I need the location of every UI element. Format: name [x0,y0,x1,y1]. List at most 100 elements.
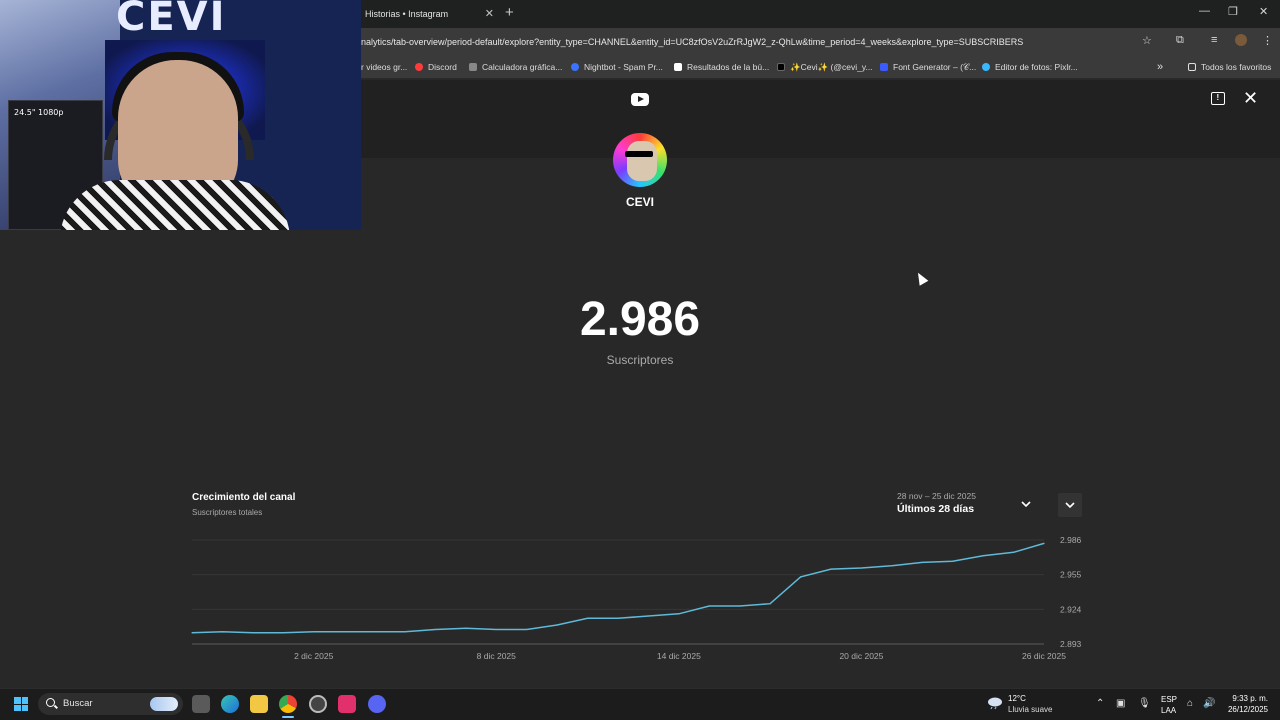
bookmark-item[interactable]: r videos gr... [361,60,407,74]
data-point [708,605,710,607]
discord-app-icon[interactable] [368,695,386,713]
task-view-icon[interactable] [192,695,210,713]
bookmark-item[interactable]: Nightbot - Spam Pr... [571,60,663,74]
all-favorites-folder[interactable]: Todos los favoritos [1188,60,1271,74]
weather-temp[interactable]: 12°C [1008,694,1026,703]
data-point [830,568,832,570]
microphone-icon[interactable]: 🎙 [1138,698,1151,709]
channel-name: CEVI [625,195,654,209]
data-point [739,605,741,607]
window-close-button[interactable]: ✕ [1259,5,1268,18]
subscriber-growth-chart: 2.986 2.955 2.924 2.893 2 dic 2025 8 dic 2025… [191,535,1082,661]
webcam-logo: CEVI [116,0,227,40]
close-icon[interactable]: ✕ [1243,88,1258,108]
series-line [191,542,1045,634]
chart-title: Crecimiento del canal [192,492,296,503]
tab-close-icon[interactable]: ✕ [485,2,494,26]
bookmark-item[interactable]: Editor de fotos: Pixlr... [982,60,1078,74]
bookmark-item[interactable]: Font Generator – (𝒞... [880,60,976,74]
search-highlight-art [150,697,178,711]
active-app-indicator [282,716,294,718]
tray-app-icon[interactable]: ▣ [1116,698,1125,709]
data-point [891,565,893,567]
x-tick-label: 26 dic 2025 [1022,651,1066,661]
data-point [1012,551,1015,553]
reading-list-icon[interactable]: ≡ [1211,34,1217,46]
x-tick-label: 2 dic 2025 [294,651,333,661]
subscriber-label: Suscriptores [606,353,674,367]
y-tick-label: 2.986 [1060,535,1082,545]
restore-button[interactable]: ❐ [1228,5,1238,18]
star-icon[interactable]: ☆ [1142,34,1152,47]
x-tick-label: 20 dic 2025 [839,651,883,661]
nightbot-icon [571,63,579,71]
search-label: Buscar [63,698,93,709]
obs-icon[interactable] [309,695,327,713]
data-point [860,567,863,569]
menu-icon[interactable]: ⋮ [1262,34,1273,47]
extensions-icon[interactable]: ⧉ [1176,34,1184,47]
bookmark-item[interactable]: ✨Cevi✨ (@cevi_y... [777,60,873,74]
youtube-logo-icon [631,93,649,106]
data-point [252,632,254,634]
tray-chevron-up-icon[interactable]: ⌃ [1096,698,1104,709]
discord-icon [415,63,423,71]
search-icon [46,698,55,707]
data-point [465,627,467,629]
bookmark-item[interactable]: Calculadora gráfica... [469,60,562,74]
data-point [373,631,376,633]
expand-chart-button[interactable] [1058,493,1082,517]
new-tab-button[interactable]: + [505,2,514,24]
url-field[interactable]: nalytics/tab-overview/period-default/exp… [361,33,1131,51]
windows-start-icon[interactable] [14,697,28,711]
tiktok-app-icon[interactable] [338,695,356,713]
minimize-button[interactable]: — [1199,5,1210,17]
data-point [586,617,589,619]
chevron-down-icon[interactable] [1019,497,1033,511]
file-explorer-icon[interactable] [250,695,268,713]
weather-desc[interactable]: Lluvia suave [1008,705,1052,714]
data-point [1043,542,1045,544]
edge-icon[interactable] [221,695,239,713]
data-point [526,628,528,631]
period-selector[interactable]: Últimos 28 días [897,503,974,515]
data-point [617,617,619,619]
y-tick-label: 2.955 [1060,570,1082,580]
network-icon[interactable]: ⌂ [1187,698,1193,709]
bookmarks-overflow-icon[interactable]: » [1157,60,1163,74]
clock-time[interactable]: 9:33 p. m. [1220,694,1268,703]
data-point [556,624,558,626]
data-point [678,613,680,615]
data-point [282,632,284,634]
folder-icon [1188,63,1196,71]
period-range: 28 nov – 25 dic 2025 [897,491,976,501]
data-point [313,631,315,633]
data-point [769,603,771,605]
data-point [221,631,224,633]
profile-avatar-icon[interactable] [1235,34,1247,46]
x-tick-label: 14 dic 2025 [657,651,701,661]
data-point [343,631,345,633]
chevron-down-icon [1065,502,1075,509]
monitor-label: 24.5" 1080p [14,108,64,117]
data-point [404,631,406,633]
data-point [434,628,437,631]
data-point [799,576,802,578]
keyboard-layout-indicator[interactable]: LAA [1161,706,1176,715]
chart-subtitle: Suscriptores totales [192,508,263,517]
y-tick-label: 2.893 [1060,639,1082,649]
clock-date[interactable]: 26/12/2025 [1210,705,1268,714]
y-tick-label: 2.924 [1060,604,1082,614]
channel-avatar [613,133,667,187]
webcam-overlay: CEVI 24.5" 1080p [0,0,361,230]
bookmark-item[interactable]: Discord [415,60,457,74]
weather-rain-icon [988,697,1002,710]
document-icon [674,63,682,71]
tab-instagram[interactable]: Historias • Instagram ✕ [356,2,498,26]
feedback-icon[interactable]: ! [1211,92,1225,105]
language-indicator[interactable]: ESP [1161,695,1177,704]
tiktok-icon [777,63,785,71]
bookmark-item[interactable]: Resultados de la bú... [674,60,769,74]
chrome-icon[interactable] [279,695,297,713]
taskbar-search[interactable]: Buscar [38,693,183,715]
